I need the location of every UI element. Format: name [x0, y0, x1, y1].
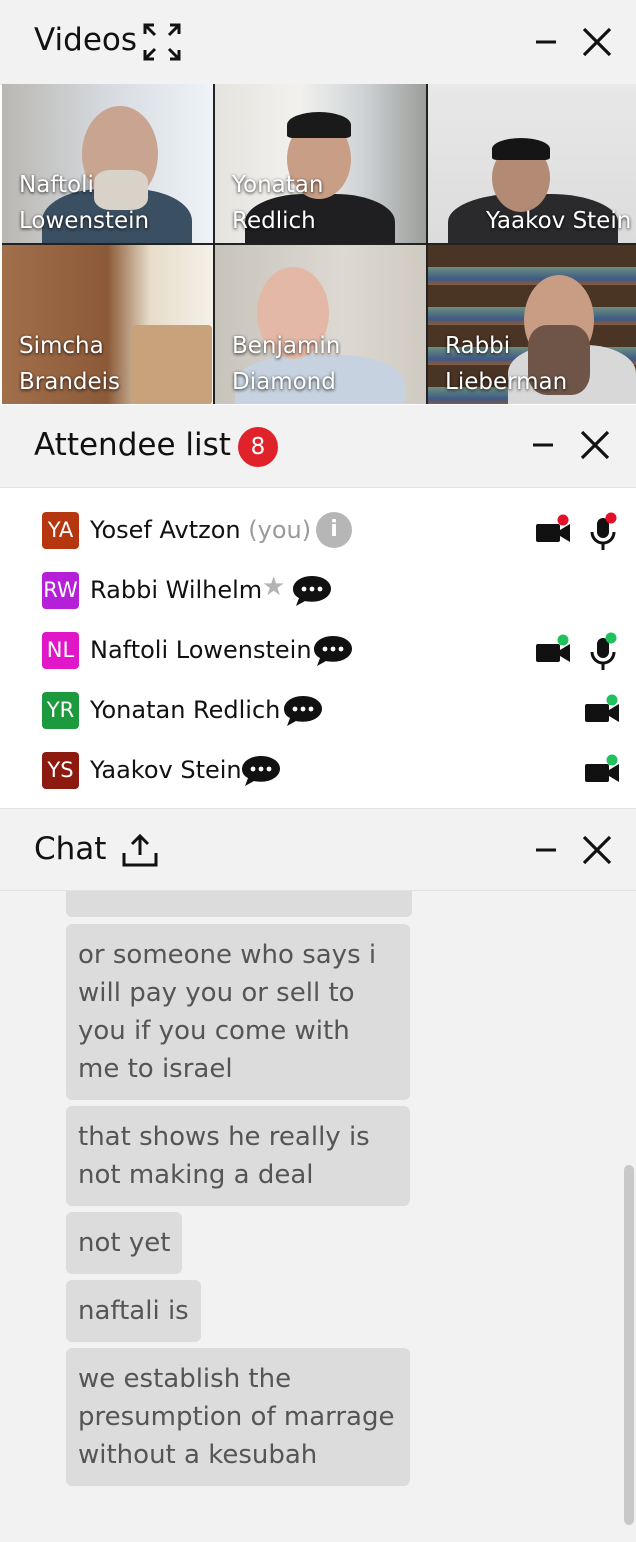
video-tile[interactable]: Rabbi Lieberman	[428, 245, 636, 404]
avatar: NL	[42, 632, 79, 669]
minimize-icon[interactable]	[523, 425, 563, 465]
export-icon[interactable]	[120, 831, 160, 871]
camera-icon[interactable]	[534, 512, 574, 552]
video-tile[interactable]: Yaakov Stein	[428, 84, 636, 243]
avatar: YS	[42, 752, 79, 789]
attendee-row[interactable]: NL Naftoli Lowenstein	[0, 620, 636, 680]
expand-icon[interactable]	[142, 22, 182, 62]
avatar: RW	[42, 572, 79, 609]
microphone-icon[interactable]	[586, 512, 620, 556]
minimize-icon[interactable]	[526, 22, 566, 62]
close-icon[interactable]	[577, 830, 617, 870]
videos-panel-header: Videos	[0, 0, 636, 85]
camera-icon[interactable]	[583, 692, 623, 732]
chat-bubble-icon[interactable]	[312, 634, 354, 672]
participant-name: Benjamin Diamond	[232, 333, 341, 395]
close-icon[interactable]	[577, 22, 617, 62]
attendee-name: Naftoli Lowenstein	[90, 636, 312, 664]
chat-message: not yet	[66, 1212, 183, 1274]
participant-name: Yonatan Redlich	[232, 172, 324, 234]
chat-message: that shows he really is not making a dea…	[66, 1106, 410, 1206]
minimize-icon[interactable]	[526, 830, 566, 870]
videos-title: Videos	[34, 22, 138, 58]
info-icon[interactable]: i	[316, 512, 352, 548]
attendee-title: Attendee list	[34, 427, 231, 463]
participant-name: Yaakov Stein	[486, 208, 632, 234]
chat-message: we establish the presumption of marrage …	[66, 1348, 410, 1486]
attendee-row[interactable]: YA Yosef Avtzon (you) i	[0, 500, 636, 560]
attendee-name: Rabbi Wilhelm	[90, 576, 263, 604]
video-tile[interactable]: Yonatan Redlich	[215, 84, 426, 243]
attendee-row[interactable]: RW Rabbi Wilhelm ★	[0, 560, 636, 620]
chat-message-partial	[66, 891, 412, 917]
chat-panel-header: Chat	[0, 809, 636, 891]
attendee-name: Yosef Avtzon (you)	[90, 516, 312, 544]
attendee-name: Yonatan Redlich	[90, 696, 281, 724]
participant-name: Rabbi Lieberman	[445, 333, 568, 395]
attendee-count-badge: 8	[238, 427, 278, 467]
chat-bubble-icon[interactable]	[282, 694, 324, 732]
attendee-list: YA Yosef Avtzon (you) i RW Rabbi Wilhelm…	[0, 488, 636, 809]
close-icon[interactable]	[575, 425, 615, 465]
attendee-name: Yaakov Stein	[90, 756, 242, 784]
attendee-panel-header: Attendee list 8	[0, 405, 636, 488]
camera-icon[interactable]	[534, 632, 574, 672]
star-icon: ★	[262, 572, 286, 602]
video-tile[interactable]: Naftoli Lowenstein	[2, 84, 213, 243]
chat-messages: or someone who says i will pay you or se…	[0, 891, 636, 1542]
chat-bubble-icon[interactable]	[291, 574, 333, 612]
chat-scrollbar[interactable]	[624, 1165, 634, 1525]
video-tile[interactable]: Benjamin Diamond	[215, 245, 426, 404]
video-grid: Naftoli Lowenstein Yonatan Redlich Yaako…	[2, 84, 636, 404]
chat-message: or someone who says i will pay you or se…	[66, 924, 410, 1100]
microphone-icon[interactable]	[586, 632, 620, 676]
attendee-row[interactable]: YS Yaakov Stein	[0, 740, 636, 800]
camera-icon[interactable]	[583, 752, 623, 792]
video-tile[interactable]: Simcha Brandeis	[2, 245, 213, 404]
chat-title: Chat	[34, 831, 107, 867]
participant-name: Naftoli Lowenstein	[19, 172, 150, 234]
chat-bubble-icon[interactable]	[240, 754, 282, 792]
avatar: YA	[42, 512, 79, 549]
chat-message: naftali is	[66, 1280, 201, 1342]
avatar: YR	[42, 692, 79, 729]
attendee-row[interactable]: YR Yonatan Redlich	[0, 680, 636, 740]
participant-name: Simcha Brandeis	[19, 333, 121, 395]
